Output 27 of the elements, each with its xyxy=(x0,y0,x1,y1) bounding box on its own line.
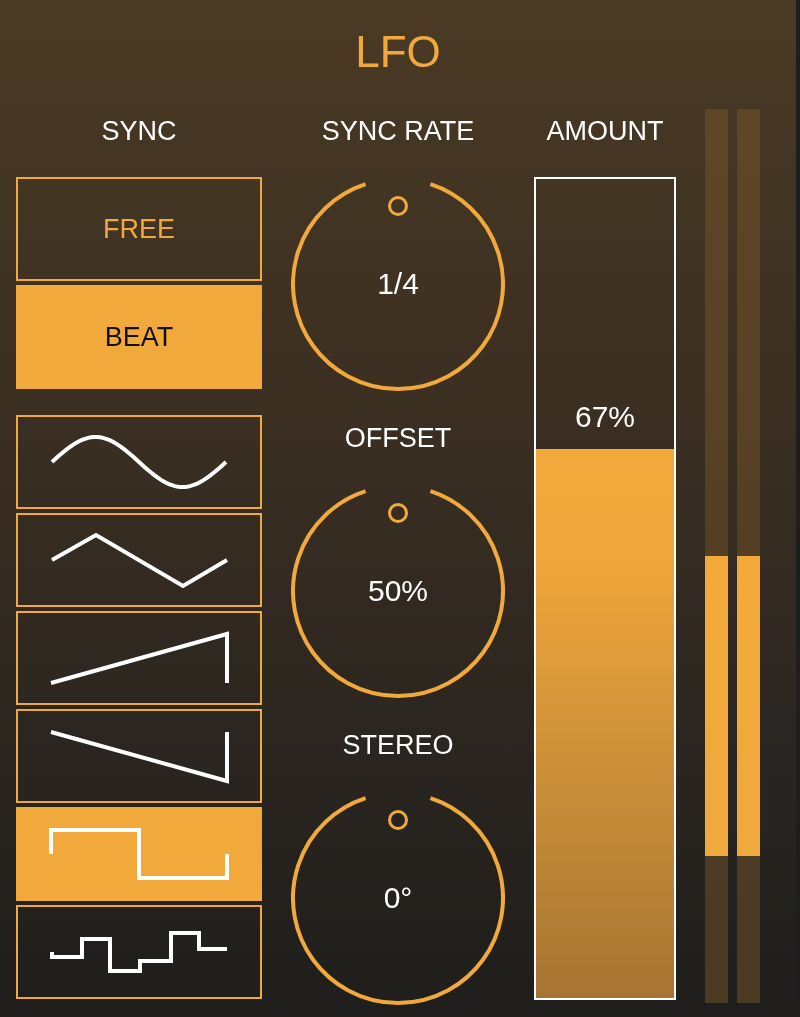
square-wave-icon xyxy=(49,828,229,880)
knob[interactable]: 50% xyxy=(291,484,505,698)
amount-value: 67% xyxy=(575,399,635,436)
sine-wave-icon xyxy=(50,435,228,489)
knob-value: 50% xyxy=(367,573,428,609)
knob[interactable]: 0° xyxy=(291,791,505,1005)
section-label: AMOUNT xyxy=(546,115,664,148)
knob[interactable]: 1/4 xyxy=(291,177,505,391)
triangle-wave-icon xyxy=(49,532,229,588)
knob-value: 0° xyxy=(383,880,413,916)
waveform-button[interactable] xyxy=(16,415,262,509)
sync-mode-button[interactable]: BEAT xyxy=(16,285,262,389)
knob-label: STEREO xyxy=(342,729,454,762)
panel-title: LFO xyxy=(355,25,441,78)
stepped-wave-icon xyxy=(49,931,229,973)
sawtooth-wave-icon xyxy=(49,631,229,685)
knob-label: OFFSET xyxy=(344,422,452,455)
waveform-button[interactable] xyxy=(16,513,262,607)
amount-slider[interactable]: 67% xyxy=(534,177,676,1000)
waveform-button[interactable] xyxy=(16,709,262,803)
knob-value: 1/4 xyxy=(377,266,419,302)
sync-mode-button[interactable]: FREE xyxy=(16,177,262,281)
waveform-button[interactable] xyxy=(16,905,262,999)
section-label: SYNC xyxy=(101,115,177,148)
reverse-sawtooth-icon xyxy=(49,729,229,783)
waveform-button[interactable] xyxy=(16,611,262,705)
knob-label: SYNC RATE xyxy=(321,115,475,148)
